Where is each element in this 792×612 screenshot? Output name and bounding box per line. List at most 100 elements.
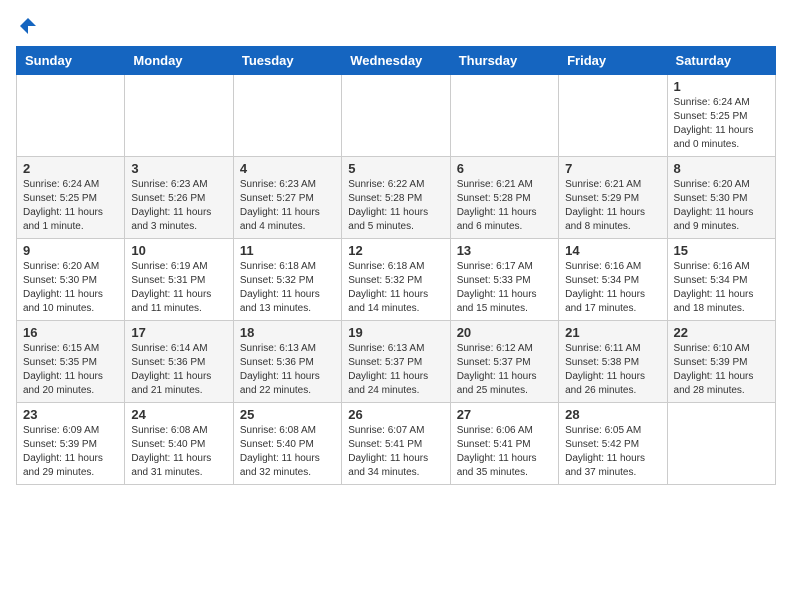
calendar-cell: 1 Sunrise: 6:24 AM Sunset: 5:25 PM Daylig… [667, 75, 775, 157]
day-number: 20 [457, 325, 552, 340]
day-number: 26 [348, 407, 443, 422]
calendar-cell: 12 Sunrise: 6:18 AM Sunset: 5:32 PM Dayli… [342, 239, 450, 321]
day-number: 22 [674, 325, 769, 340]
day-info: Sunrise: 6:07 AM Sunset: 5:41 PM Dayligh… [348, 424, 443, 480]
day-number: 23 [23, 407, 118, 422]
calendar-cell: 14 Sunrise: 6:16 AM Sunset: 5:34 PM Dayli… [559, 239, 667, 321]
calendar-cell: 16 Sunrise: 6:15 AM Sunset: 5:35 PM Dayli… [17, 321, 125, 403]
calendar-body: 1 Sunrise: 6:24 AM Sunset: 5:25 PM Daylig… [17, 75, 776, 485]
day-number: 19 [348, 325, 443, 340]
day-info: Sunrise: 6:15 AM Sunset: 5:35 PM Dayligh… [23, 342, 118, 398]
day-info: Sunrise: 6:05 AM Sunset: 5:42 PM Dayligh… [565, 424, 660, 480]
day-info: Sunrise: 6:18 AM Sunset: 5:32 PM Dayligh… [240, 260, 335, 316]
day-info: Sunrise: 6:22 AM Sunset: 5:28 PM Dayligh… [348, 178, 443, 234]
calendar-cell: 20 Sunrise: 6:12 AM Sunset: 5:37 PM Dayli… [450, 321, 558, 403]
day-number: 9 [23, 243, 118, 258]
calendar-cell: 4 Sunrise: 6:23 AM Sunset: 5:27 PM Daylig… [233, 157, 341, 239]
calendar-cell [17, 75, 125, 157]
calendar-cell [667, 403, 775, 485]
calendar-cell: 8 Sunrise: 6:20 AM Sunset: 5:30 PM Daylig… [667, 157, 775, 239]
day-info: Sunrise: 6:09 AM Sunset: 5:39 PM Dayligh… [23, 424, 118, 480]
calendar-cell: 19 Sunrise: 6:13 AM Sunset: 5:37 PM Dayli… [342, 321, 450, 403]
day-info: Sunrise: 6:23 AM Sunset: 5:27 PM Dayligh… [240, 178, 335, 234]
calendar-cell: 26 Sunrise: 6:07 AM Sunset: 5:41 PM Dayli… [342, 403, 450, 485]
day-info: Sunrise: 6:10 AM Sunset: 5:39 PM Dayligh… [674, 342, 769, 398]
calendar-cell [233, 75, 341, 157]
calendar-cell: 21 Sunrise: 6:11 AM Sunset: 5:38 PM Dayli… [559, 321, 667, 403]
calendar-cell [559, 75, 667, 157]
day-number: 16 [23, 325, 118, 340]
day-info: Sunrise: 6:21 AM Sunset: 5:29 PM Dayligh… [565, 178, 660, 234]
calendar-cell [342, 75, 450, 157]
day-number: 8 [674, 161, 769, 176]
day-number: 14 [565, 243, 660, 258]
day-info: Sunrise: 6:20 AM Sunset: 5:30 PM Dayligh… [23, 260, 118, 316]
day-info: Sunrise: 6:08 AM Sunset: 5:40 PM Dayligh… [240, 424, 335, 480]
day-number: 24 [131, 407, 226, 422]
day-number: 11 [240, 243, 335, 258]
day-number: 5 [348, 161, 443, 176]
day-info: Sunrise: 6:11 AM Sunset: 5:38 PM Dayligh… [565, 342, 660, 398]
day-info: Sunrise: 6:20 AM Sunset: 5:30 PM Dayligh… [674, 178, 769, 234]
calendar-cell: 6 Sunrise: 6:21 AM Sunset: 5:28 PM Daylig… [450, 157, 558, 239]
day-number: 3 [131, 161, 226, 176]
calendar-week-row: 16 Sunrise: 6:15 AM Sunset: 5:35 PM Dayli… [17, 321, 776, 403]
calendar-cell: 5 Sunrise: 6:22 AM Sunset: 5:28 PM Daylig… [342, 157, 450, 239]
day-number: 17 [131, 325, 226, 340]
calendar-cell: 9 Sunrise: 6:20 AM Sunset: 5:30 PM Daylig… [17, 239, 125, 321]
day-info: Sunrise: 6:23 AM Sunset: 5:26 PM Dayligh… [131, 178, 226, 234]
calendar-cell [450, 75, 558, 157]
logo [16, 16, 40, 36]
day-info: Sunrise: 6:13 AM Sunset: 5:37 PM Dayligh… [348, 342, 443, 398]
day-info: Sunrise: 6:21 AM Sunset: 5:28 PM Dayligh… [457, 178, 552, 234]
day-number: 15 [674, 243, 769, 258]
calendar-header-tuesday: Tuesday [233, 47, 341, 75]
calendar-header-row: SundayMondayTuesdayWednesdayThursdayFrid… [17, 47, 776, 75]
day-info: Sunrise: 6:19 AM Sunset: 5:31 PM Dayligh… [131, 260, 226, 316]
day-info: Sunrise: 6:24 AM Sunset: 5:25 PM Dayligh… [674, 96, 769, 152]
calendar-header-friday: Friday [559, 47, 667, 75]
calendar-week-row: 9 Sunrise: 6:20 AM Sunset: 5:30 PM Daylig… [17, 239, 776, 321]
day-info: Sunrise: 6:06 AM Sunset: 5:41 PM Dayligh… [457, 424, 552, 480]
page-header [16, 16, 776, 36]
day-info: Sunrise: 6:13 AM Sunset: 5:36 PM Dayligh… [240, 342, 335, 398]
calendar-cell: 13 Sunrise: 6:17 AM Sunset: 5:33 PM Dayli… [450, 239, 558, 321]
calendar-cell: 22 Sunrise: 6:10 AM Sunset: 5:39 PM Dayli… [667, 321, 775, 403]
day-info: Sunrise: 6:17 AM Sunset: 5:33 PM Dayligh… [457, 260, 552, 316]
day-info: Sunrise: 6:14 AM Sunset: 5:36 PM Dayligh… [131, 342, 226, 398]
calendar-cell: 24 Sunrise: 6:08 AM Sunset: 5:40 PM Dayli… [125, 403, 233, 485]
day-number: 25 [240, 407, 335, 422]
day-info: Sunrise: 6:12 AM Sunset: 5:37 PM Dayligh… [457, 342, 552, 398]
calendar-cell: 15 Sunrise: 6:16 AM Sunset: 5:34 PM Dayli… [667, 239, 775, 321]
day-info: Sunrise: 6:16 AM Sunset: 5:34 PM Dayligh… [674, 260, 769, 316]
calendar-table: SundayMondayTuesdayWednesdayThursdayFrid… [16, 46, 776, 485]
day-info: Sunrise: 6:16 AM Sunset: 5:34 PM Dayligh… [565, 260, 660, 316]
day-number: 1 [674, 79, 769, 94]
calendar-header-monday: Monday [125, 47, 233, 75]
day-info: Sunrise: 6:18 AM Sunset: 5:32 PM Dayligh… [348, 260, 443, 316]
calendar-cell: 2Sunrise: 6:24 AM Sunset: 5:25 PM Daylig… [17, 157, 125, 239]
calendar-cell: 10 Sunrise: 6:19 AM Sunset: 5:31 PM Dayli… [125, 239, 233, 321]
calendar-cell: 3 Sunrise: 6:23 AM Sunset: 5:26 PM Daylig… [125, 157, 233, 239]
day-number: 27 [457, 407, 552, 422]
day-number: 28 [565, 407, 660, 422]
day-number: 6 [457, 161, 552, 176]
calendar-week-row: 2Sunrise: 6:24 AM Sunset: 5:25 PM Daylig… [17, 157, 776, 239]
day-number: 4 [240, 161, 335, 176]
calendar-header-thursday: Thursday [450, 47, 558, 75]
calendar-week-row: 23 Sunrise: 6:09 AM Sunset: 5:39 PM Dayli… [17, 403, 776, 485]
calendar-header-saturday: Saturday [667, 47, 775, 75]
calendar-cell: 23 Sunrise: 6:09 AM Sunset: 5:39 PM Dayli… [17, 403, 125, 485]
calendar-cell [125, 75, 233, 157]
day-number: 18 [240, 325, 335, 340]
day-number: 13 [457, 243, 552, 258]
calendar-cell: 7Sunrise: 6:21 AM Sunset: 5:29 PM Daylig… [559, 157, 667, 239]
calendar-header-sunday: Sunday [17, 47, 125, 75]
day-number: 21 [565, 325, 660, 340]
day-number: 12 [348, 243, 443, 258]
day-number: 10 [131, 243, 226, 258]
day-info: Sunrise: 6:24 AM Sunset: 5:25 PM Dayligh… [23, 178, 118, 234]
logo-icon [18, 16, 38, 36]
calendar-cell: 17 Sunrise: 6:14 AM Sunset: 5:36 PM Dayli… [125, 321, 233, 403]
day-info: Sunrise: 6:08 AM Sunset: 5:40 PM Dayligh… [131, 424, 226, 480]
